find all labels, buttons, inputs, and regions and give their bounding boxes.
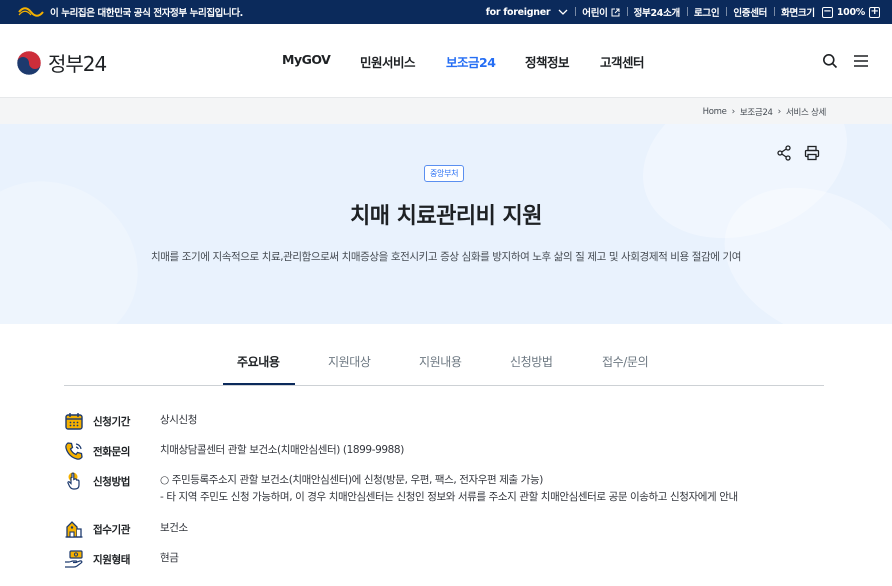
tab-contact[interactable]: 접수/문의 — [602, 353, 649, 370]
hand-click-icon — [64, 471, 84, 491]
info-row-receiving-agency: 접수기관 보건소 — [64, 519, 844, 539]
zoom-out-button[interactable]: − — [821, 6, 833, 18]
print-icon[interactable] — [803, 144, 821, 162]
kids-label: 어린이 — [582, 8, 608, 19]
active-tab-indicator — [223, 383, 295, 385]
site-logo[interactable]: 정부24 — [16, 48, 107, 77]
screen-size-control: 화면크기 − 100% + — [774, 5, 892, 19]
chevron-right-icon: › — [777, 107, 782, 117]
breadcrumb-subsidy24[interactable]: 보조금24 — [740, 106, 773, 118]
hamburger-menu-icon[interactable] — [851, 51, 871, 71]
government-symbol-icon — [18, 7, 44, 17]
zoom-in-button[interactable]: + — [869, 6, 880, 18]
nav-civil-service[interactable]: 민원서비스 — [360, 52, 416, 71]
info-label: 신청방법 — [93, 476, 131, 488]
breadcrumb-current: 서비스 상세 — [785, 108, 826, 118]
tab-support-details[interactable]: 지원내용 — [419, 353, 462, 370]
taegeuk-logo-icon — [16, 50, 42, 75]
info-value-note: - 타 지역 주민도 신청 가능하며, 이 경우 치매안심센터는 신청인 정보와… — [160, 491, 738, 503]
ministry-badge: 중앙부처 — [424, 165, 465, 182]
info-value: 상시신청 — [160, 414, 198, 426]
for-foreigner-dropdown[interactable]: for foreigner — [479, 7, 576, 18]
kids-link[interactable]: 어린이 — [575, 5, 626, 19]
certificate-center-link[interactable]: 인증센터 — [726, 5, 774, 19]
info-row-phone-inquiry: 전화문의 치매상담콜센터 관할 보건소(치매안심센터) (1899-9988) — [64, 441, 844, 461]
search-icon[interactable] — [820, 51, 840, 71]
cash-hand-icon — [64, 549, 84, 569]
tab-eligibility[interactable]: 지원대상 — [328, 353, 371, 370]
nav-subsidy24[interactable]: 보조금24 — [446, 52, 496, 71]
info-value: 보건소 — [160, 522, 188, 534]
service-description: 치매를 조기에 지속적으로 치료,관리함으로써 치매증상을 호전시키고 증상 심… — [151, 251, 741, 263]
info-label: 전화문의 — [93, 446, 131, 458]
hero-decoration — [0, 149, 168, 324]
info-value: 치매상담콜센터 관할 보건소(치매안심센터) (1899-9988) — [160, 444, 404, 456]
nav-policy-info[interactable]: 정책정보 — [525, 52, 570, 71]
info-row-application-period: 신청기간 상시신청 — [64, 411, 844, 431]
calendar-icon — [64, 411, 84, 431]
info-label: 신청기간 — [93, 416, 131, 428]
page-title: 치매 치료관리비 지원 — [350, 204, 542, 229]
tab-how-to-apply[interactable]: 신청방법 — [510, 353, 553, 370]
breadcrumb-bar: Home › 보조금24 › 서비스 상세 — [0, 98, 892, 124]
content-tabs: 주요내용 지원대상 지원내용 신청방법 접수/문의 — [64, 340, 824, 386]
zoom-level: 100% — [836, 6, 865, 18]
info-row-support-type: 지원형태 현금 — [64, 549, 844, 569]
nav-mygov[interactable]: MyGOV — [282, 52, 331, 67]
info-label: 접수기관 — [93, 524, 131, 536]
info-label: 지원형태 — [93, 554, 131, 566]
building-icon — [64, 519, 84, 539]
tab-main-content[interactable]: 주요내용 — [237, 353, 280, 370]
government-notice: 이 누리집은 대한민국 공식 전자정부 누리집입니다. — [50, 8, 243, 19]
nav-customer-center[interactable]: 고객센터 — [600, 52, 645, 71]
logo-text: 정부24 — [48, 52, 107, 76]
for-foreigner-label: for foreigner — [485, 6, 551, 18]
breadcrumb: Home › 보조금24 › 서비스 상세 — [703, 106, 827, 118]
info-value: ○ 주민등록주소지 관할 보건소(치매안심센터)에 신청(방문, 우편, 팩스,… — [160, 474, 543, 486]
screen-size-label: 화면크기 — [781, 8, 815, 19]
login-link[interactable]: 로그인 — [686, 5, 726, 19]
chevron-down-icon — [558, 9, 568, 15]
info-value-block: ○ 주민등록주소지 관할 보건소(치매안심센터)에 신청(방문, 우편, 팩스,… — [160, 469, 738, 506]
share-icon[interactable] — [775, 144, 793, 162]
government-banner: 이 누리집은 대한민국 공식 전자정부 누리집입니다. for foreigne… — [0, 0, 892, 24]
site-header: 정부24 MyGOV 민원서비스 보조금24 정책정보 고객센터 — [0, 24, 892, 98]
chevron-right-icon: › — [731, 107, 736, 117]
breadcrumb-home[interactable]: Home — [703, 107, 727, 117]
phone-icon — [64, 441, 84, 461]
about-link[interactable]: 정부24소개 — [626, 5, 687, 19]
info-value: 현금 — [160, 552, 179, 564]
external-link-icon — [611, 8, 620, 16]
info-row-how-to-apply: 신청방법 ○ 주민등록주소지 관할 보건소(치매안심센터)에 신청(방문, 우편… — [64, 471, 844, 506]
service-hero: 중앙부처 치매 치료관리비 지원 치매를 조기에 지속적으로 치료,관리함으로써… — [0, 124, 892, 324]
